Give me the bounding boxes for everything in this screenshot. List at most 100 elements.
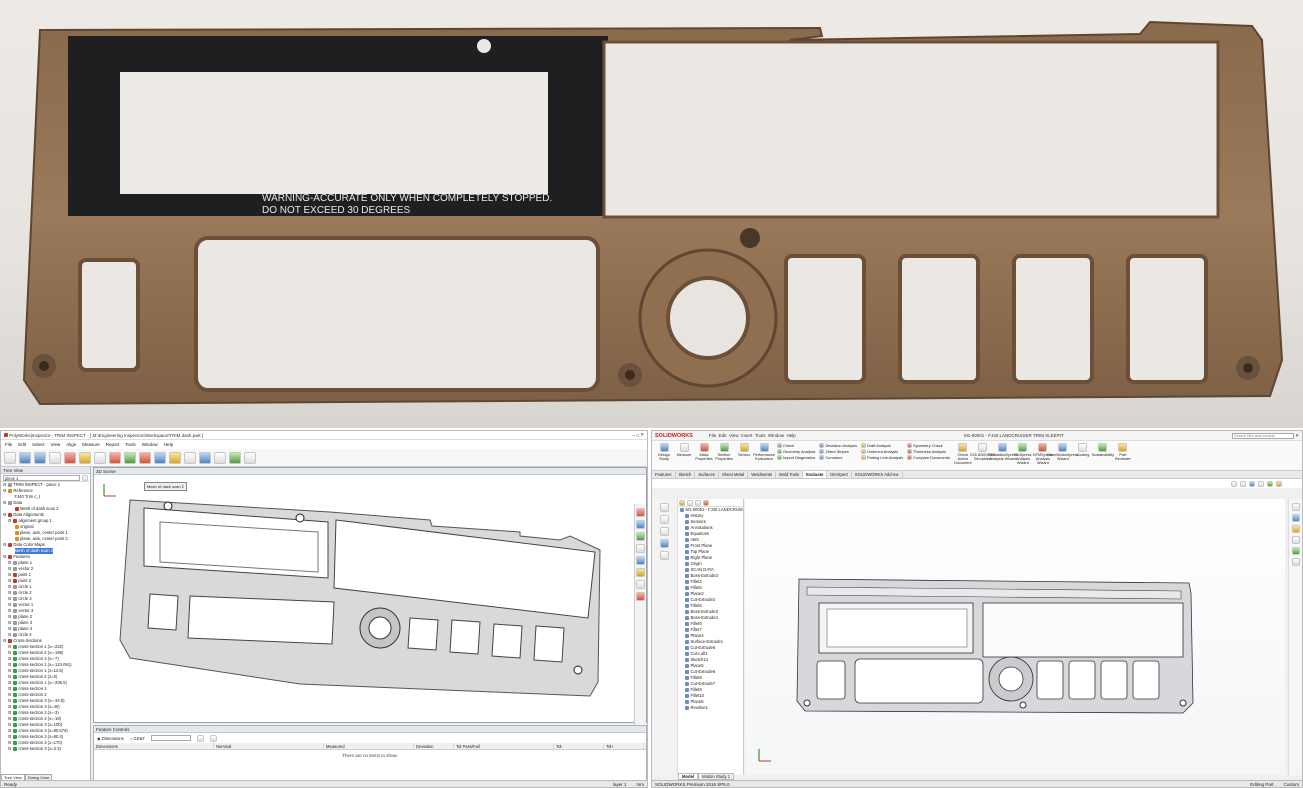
color-map-icon[interactable] bbox=[124, 451, 136, 464]
appearance-icon[interactable] bbox=[1276, 480, 1282, 487]
sw-tab[interactable]: Sheet Metal bbox=[719, 471, 749, 478]
polyworks-3d-scene[interactable]: 3D Scene Mesh of dash scan 2 bbox=[93, 467, 647, 754]
fit-icon[interactable] bbox=[636, 544, 645, 553]
sw-resources-icon[interactable] bbox=[1291, 503, 1300, 511]
shading-icon[interactable] bbox=[636, 592, 645, 601]
sw-tab[interactable]: Mold Tools bbox=[776, 471, 804, 478]
sw-menu-insert[interactable]: Insert bbox=[741, 433, 752, 438]
dimxpert-icon[interactable] bbox=[660, 539, 669, 548]
col-deviation[interactable]: Deviation bbox=[414, 743, 454, 749]
sw-tab[interactable]: DimXpert bbox=[827, 471, 852, 478]
tree-tab-property-icon[interactable] bbox=[687, 499, 693, 506]
feature-icon[interactable] bbox=[139, 451, 151, 464]
sw-menu-view[interactable]: View bbox=[729, 433, 739, 438]
ribbon-button[interactable]: Measure bbox=[675, 443, 693, 461]
expand-icon[interactable]: ⊟ bbox=[3, 542, 6, 548]
ribbon-button[interactable]: FloXpress Analysis Wizard bbox=[1014, 443, 1032, 465]
ribbon-small-button[interactable]: Import Diagnostics bbox=[777, 455, 815, 460]
ribbon-button[interactable]: Performance Evaluation bbox=[753, 443, 775, 461]
close-icon[interactable]: ✕ bbox=[640, 432, 644, 438]
probe-icon[interactable] bbox=[184, 451, 196, 464]
prev-icon[interactable] bbox=[197, 734, 205, 742]
table-icon[interactable] bbox=[214, 451, 226, 464]
expand-icon[interactable]: ⊟ bbox=[8, 746, 11, 752]
expand-icon[interactable]: ⊟ bbox=[3, 512, 6, 518]
ribbon-button[interactable]: SimulationXpress Analysis Wizard bbox=[988, 443, 1018, 465]
sw-tab[interactable]: Sketch bbox=[676, 471, 696, 478]
expand-icon[interactable]: ⊟ bbox=[3, 500, 6, 506]
sw-tab[interactable]: Weldments bbox=[748, 471, 777, 478]
report-icon[interactable] bbox=[169, 451, 181, 464]
view-palette-icon[interactable] bbox=[1291, 536, 1300, 544]
ribbon-small-button[interactable]: Undercut Analysis bbox=[861, 449, 903, 454]
sw-status-units[interactable]: Custom bbox=[1283, 782, 1299, 787]
col-dimensions[interactable]: Dimensions bbox=[94, 743, 214, 749]
sw-tree-item[interactable]: M1-00001 - FJ40 LANDCRUISER bbox=[678, 507, 743, 513]
tab-model[interactable]: Model bbox=[678, 773, 699, 780]
ribbon-button[interactable]: DriveWorksXpress Wizard bbox=[1047, 443, 1079, 465]
sw-menu-help[interactable]: Help bbox=[787, 433, 796, 438]
zoom-fit-icon[interactable] bbox=[1231, 480, 1237, 487]
ribbon-small-button[interactable]: Check bbox=[777, 443, 815, 448]
layers-icon[interactable] bbox=[94, 451, 106, 464]
open-icon[interactable] bbox=[19, 451, 31, 464]
col-tol-pass-fail[interactable]: Tol Pass/Fail bbox=[454, 743, 554, 749]
design-library-icon[interactable] bbox=[1291, 514, 1300, 522]
tree-item[interactable]: ⊟ cross-section 3 (x=3.3) bbox=[1, 746, 90, 752]
ribbon-small-button[interactable]: Geometry Analysis bbox=[777, 449, 815, 454]
sw-tab[interactable]: Features bbox=[652, 471, 676, 478]
ribbon-button[interactable]: Sensor bbox=[735, 443, 753, 461]
sw-menu-tools[interactable]: Tools bbox=[755, 433, 766, 438]
sw-close-icon[interactable]: ✕ bbox=[1294, 433, 1299, 439]
sw-tab[interactable]: SOLIDWORKS Add-Ins bbox=[852, 471, 903, 478]
col-nominal[interactable]: Nominal bbox=[214, 743, 324, 749]
ribbon-small-button[interactable]: Curvature bbox=[819, 455, 857, 460]
expand-icon[interactable]: ⊟ bbox=[3, 554, 6, 560]
ribbon-button[interactable]: Costing bbox=[1074, 443, 1092, 465]
rotate-icon[interactable] bbox=[636, 508, 645, 517]
view-iso-icon[interactable] bbox=[636, 580, 645, 589]
file-explorer-icon[interactable] bbox=[1291, 525, 1300, 533]
tab-motion-study[interactable]: Motion Study 1 bbox=[698, 773, 735, 780]
menu-tools[interactable]: Tools bbox=[124, 442, 137, 447]
ribbon-small-button[interactable]: Symmetry Check bbox=[907, 443, 950, 448]
tree-tab-feature-icon[interactable] bbox=[679, 499, 685, 506]
expand-icon[interactable]: ⊟ bbox=[3, 638, 6, 644]
ribbon-small-button[interactable]: Deviation Analysis bbox=[819, 443, 857, 448]
feature-filter-input[interactable] bbox=[151, 735, 192, 741]
menu-window[interactable]: Window bbox=[141, 442, 159, 447]
expand-icon[interactable]: ⊟ bbox=[8, 518, 11, 524]
view-orientation-icon[interactable] bbox=[1258, 480, 1264, 487]
cross-section-icon[interactable] bbox=[154, 451, 166, 464]
sw-menu-file[interactable]: File bbox=[709, 433, 716, 438]
ribbon-small-button[interactable]: Compare Documents bbox=[907, 455, 950, 460]
expand-icon[interactable]: ⊟ bbox=[3, 488, 6, 494]
expand-icon[interactable]: ⊟ bbox=[8, 632, 11, 638]
menu-view[interactable]: View bbox=[50, 442, 62, 447]
new-icon[interactable] bbox=[4, 451, 16, 464]
ribbon-small-button[interactable]: Draft Analysis bbox=[861, 443, 903, 448]
appearances-icon[interactable] bbox=[1291, 547, 1300, 555]
section-view-icon[interactable] bbox=[1249, 480, 1255, 487]
align-icon[interactable] bbox=[79, 451, 91, 464]
feature-manager-icon[interactable] bbox=[660, 503, 669, 512]
view-icon[interactable] bbox=[199, 451, 211, 464]
menu-align[interactable]: Align bbox=[65, 442, 77, 447]
config-manager-icon[interactable] bbox=[660, 527, 669, 536]
ribbon-button[interactable]: Part Reviewer bbox=[1114, 443, 1132, 465]
undo-icon[interactable] bbox=[49, 451, 61, 464]
sw-tab[interactable]: Surfaces bbox=[695, 471, 719, 478]
menu-select[interactable]: Select bbox=[31, 442, 46, 447]
ribbon-button[interactable]: Sustainability bbox=[1092, 443, 1114, 465]
status-units[interactable]: mm bbox=[637, 782, 645, 787]
status-layer[interactable]: layer 1 bbox=[613, 782, 627, 787]
tree-tab-config-icon[interactable] bbox=[695, 499, 701, 506]
zoom-icon[interactable] bbox=[636, 532, 645, 541]
display-manager-icon[interactable] bbox=[660, 551, 669, 560]
tree-tab-dim-icon[interactable] bbox=[703, 499, 709, 506]
piece-combo[interactable]: piece 1 bbox=[3, 474, 80, 481]
menu-edit[interactable]: Edit bbox=[17, 442, 27, 447]
sw-tab[interactable]: Evaluate bbox=[803, 471, 828, 478]
pan-icon[interactable] bbox=[636, 520, 645, 529]
ribbon-button[interactable]: Section Properties bbox=[715, 443, 733, 461]
